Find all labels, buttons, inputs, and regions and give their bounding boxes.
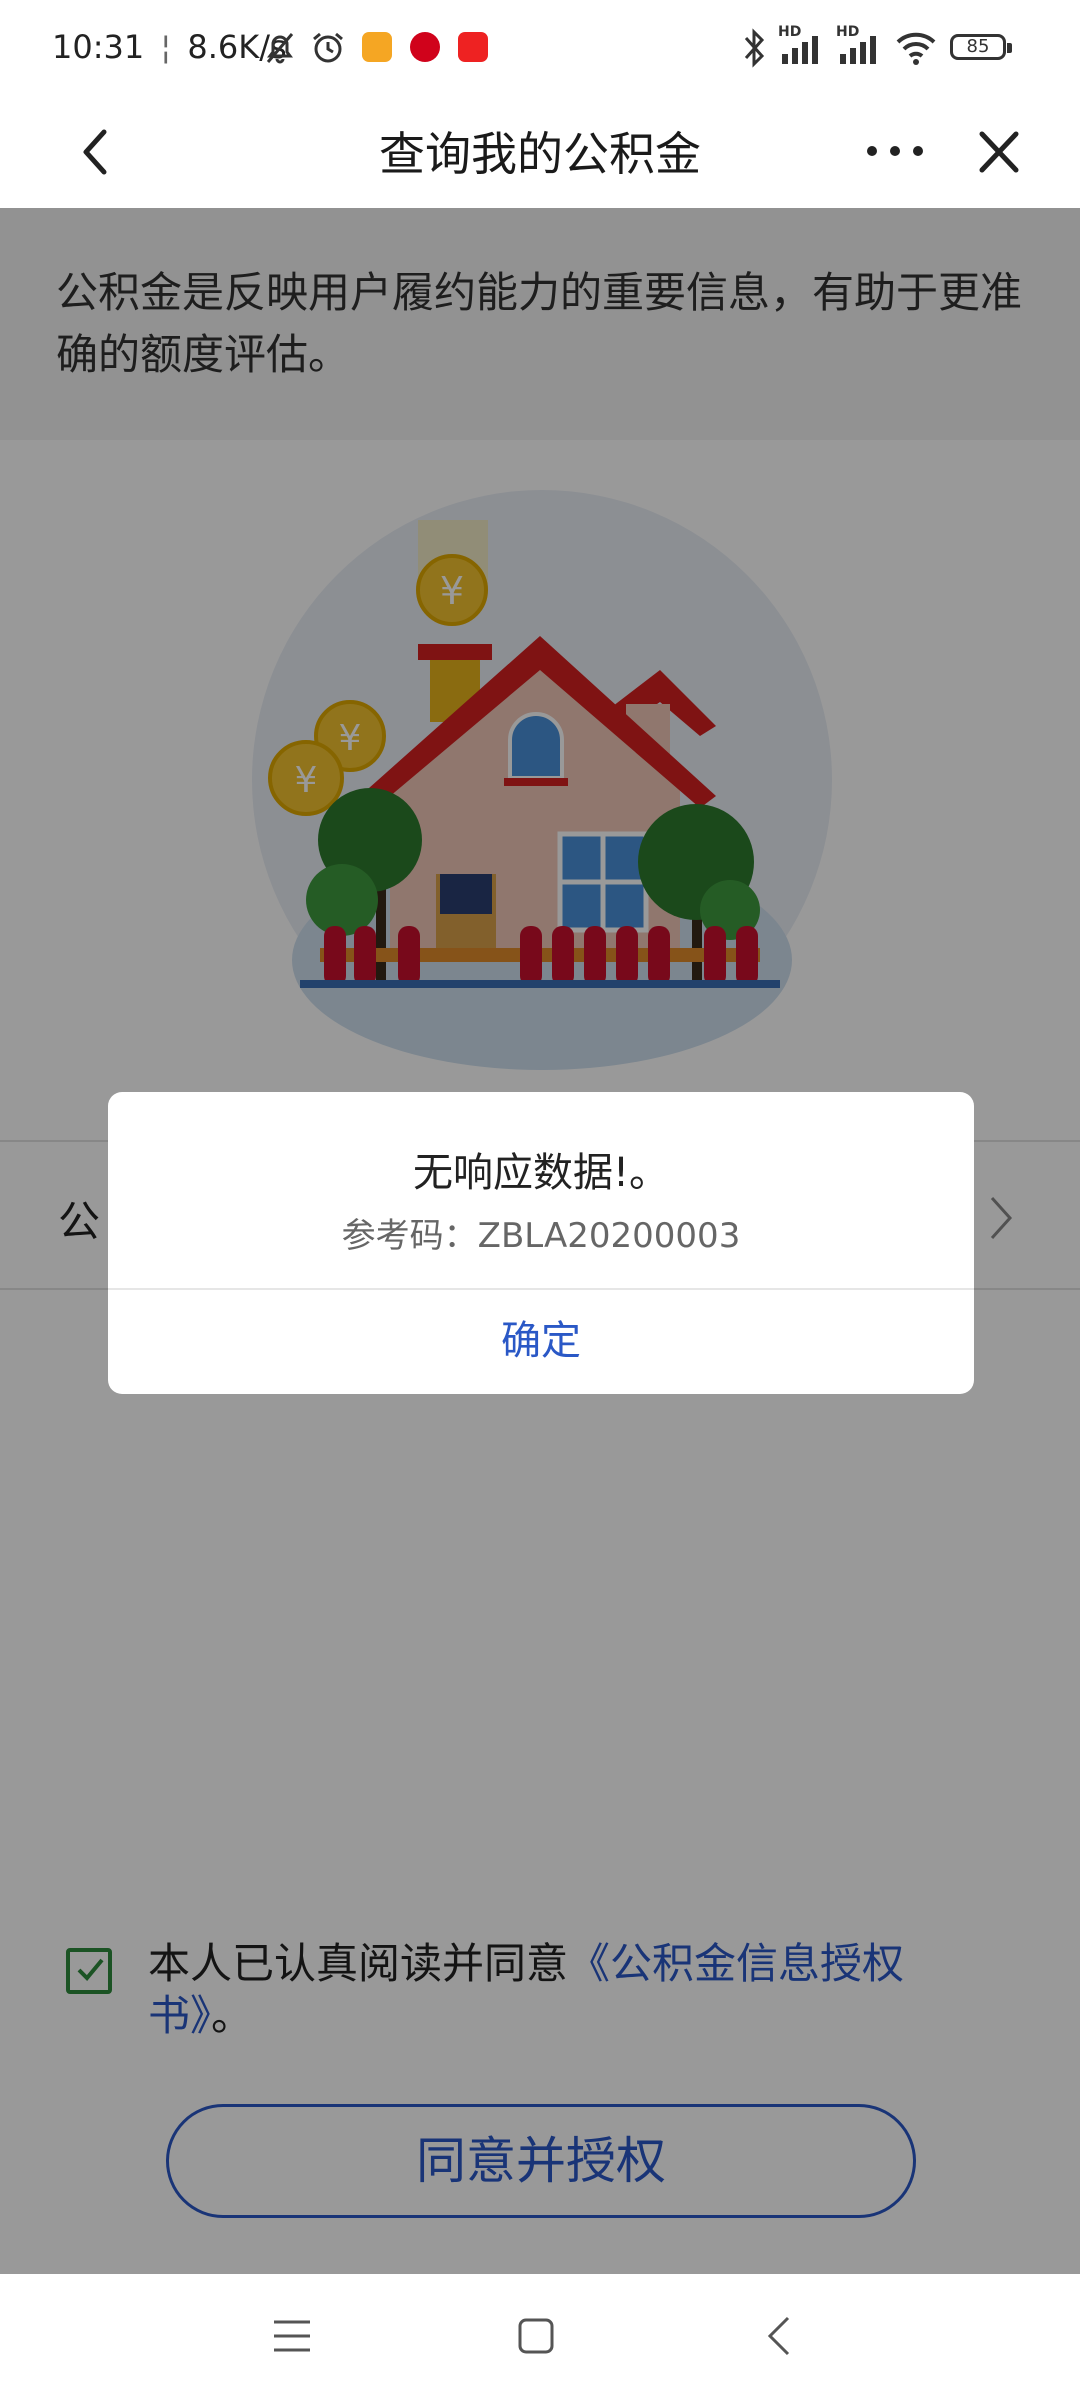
system-nav-bar: [0, 2274, 1080, 2400]
battery-icon: 85: [950, 34, 1012, 60]
signal-icon-2: HD: [836, 24, 896, 68]
signal-tag: HD: [778, 24, 802, 40]
dialog-reference-code: 参考码：ZBLA20200003: [341, 1216, 741, 1256]
promo-app-icon: [458, 32, 488, 62]
more-horizontal-icon[interactable]: [862, 136, 928, 166]
bluetooth-icon: [744, 28, 765, 68]
dialog-confirm-button[interactable]: 确定: [108, 1288, 974, 1394]
signal-tag-2: HD: [836, 24, 860, 40]
dialog-title: 无响应数据!。: [412, 1150, 670, 1196]
home-icon[interactable]: [516, 2316, 556, 2356]
battery-level: 85: [966, 36, 990, 57]
back-icon[interactable]: [764, 2314, 794, 2358]
wifi-icon: [896, 32, 936, 65]
mute-bell-icon: [266, 33, 294, 64]
status-bar-time: 10:31 ¦ 8.6K/s: [52, 28, 287, 66]
nav-bar: 查询我的公积金: [0, 96, 1080, 208]
notes-app-icon: [362, 32, 392, 62]
alarm-clock-icon: [313, 32, 343, 63]
menu-icon[interactable]: [272, 2318, 312, 2354]
status-time: 10:31: [52, 28, 145, 66]
alert-dialog: 无响应数据!。 参考码：ZBLA20200003 确定: [108, 1092, 974, 1394]
close-icon[interactable]: [974, 124, 1024, 180]
bank-app-icon: [410, 32, 440, 62]
status-bar: 10:31 ¦ 8.6K/s HD HD 85: [0, 0, 1080, 96]
signal-icon: HD: [778, 24, 838, 68]
